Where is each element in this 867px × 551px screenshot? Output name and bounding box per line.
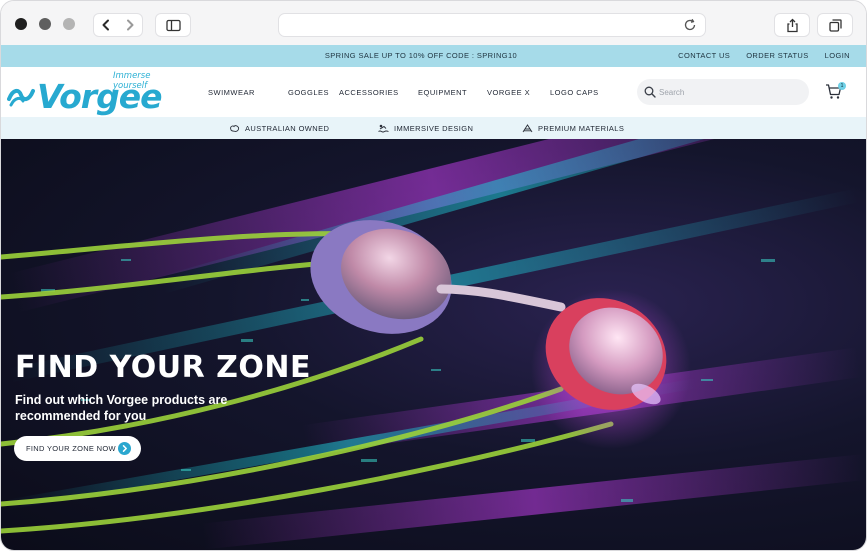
main-nav: SWIMWEAR GOGGLES ACCESSORIES EQUIPMENT V… bbox=[208, 88, 610, 97]
australia-map-icon bbox=[230, 125, 240, 132]
reload-icon[interactable] bbox=[683, 18, 697, 32]
features-strip: AUSTRALIAN OWNED IMMERSIVE DESIGN PREMIU… bbox=[1, 117, 866, 139]
minimize-window-button[interactable] bbox=[39, 18, 51, 30]
browser-window: SPRING SALE UP TO 10% OFF CODE : SPRING1… bbox=[0, 0, 867, 551]
forward-button[interactable] bbox=[118, 14, 142, 36]
fabric-icon bbox=[522, 124, 533, 133]
sidebar-icon bbox=[165, 19, 181, 31]
search-box bbox=[637, 79, 809, 105]
button-label: FIND YOUR ZONE NOW bbox=[26, 444, 116, 453]
hero-banner: FIND YOUR ZONE Find out which Vorgee pro… bbox=[1, 139, 866, 550]
address-bar[interactable] bbox=[278, 13, 706, 37]
utility-links: CONTACT US ORDER STATUS LOGIN bbox=[678, 51, 850, 60]
tabs-overview-button[interactable] bbox=[817, 13, 853, 37]
back-button[interactable] bbox=[94, 14, 118, 36]
swimmer-icon bbox=[378, 124, 389, 133]
feature-premium-materials: PREMIUM MATERIALS bbox=[522, 123, 624, 134]
nav-swimwear[interactable]: SWIMWEAR bbox=[208, 88, 288, 97]
vorgee-logo[interactable]: Immerse yourself Vorgee bbox=[7, 71, 162, 116]
login-link[interactable]: LOGIN bbox=[825, 51, 850, 60]
chevron-right-icon bbox=[127, 19, 134, 31]
cart-button[interactable]: 1 bbox=[825, 82, 847, 103]
nav-logo-caps[interactable]: LOGO CAPS bbox=[550, 88, 610, 97]
close-window-button[interactable] bbox=[15, 18, 27, 30]
feature-immersive-design: IMMERSIVE DESIGN bbox=[378, 123, 473, 134]
feature-label: PREMIUM MATERIALS bbox=[538, 124, 625, 133]
site-header: Immerse yourself Vorgee SWIMWEAR GOGGLES… bbox=[1, 67, 866, 117]
nav-accessories[interactable]: ACCESSORIES bbox=[339, 88, 418, 97]
hero-title: FIND YOUR ZONE bbox=[15, 350, 312, 385]
nav-equipment[interactable]: EQUIPMENT bbox=[418, 88, 487, 97]
history-nav bbox=[93, 13, 143, 37]
feature-label: AUSTRALIAN OWNED bbox=[245, 124, 330, 133]
order-status-link[interactable]: ORDER STATUS bbox=[746, 51, 808, 60]
hero-subtitle: Find out which Vorgee products are recom… bbox=[15, 393, 228, 423]
wave-logo-icon bbox=[7, 88, 35, 107]
promo-bar: SPRING SALE UP TO 10% OFF CODE : SPRING1… bbox=[1, 45, 866, 67]
cart-count-badge: 1 bbox=[838, 82, 846, 90]
browser-toolbar bbox=[1, 1, 866, 45]
feature-label: IMMERSIVE DESIGN bbox=[394, 124, 474, 133]
tabs-icon bbox=[828, 18, 842, 32]
find-your-zone-button[interactable]: FIND YOUR ZONE NOW bbox=[14, 436, 141, 461]
goggles-hero-image bbox=[1, 139, 866, 550]
search-icon[interactable] bbox=[644, 86, 656, 98]
arrow-right-circle-icon bbox=[118, 442, 131, 455]
share-icon bbox=[786, 18, 798, 32]
sidebar-toggle-button[interactable] bbox=[155, 13, 191, 37]
zoom-window-button[interactable] bbox=[63, 18, 75, 30]
nav-goggles[interactable]: GOGGLES bbox=[288, 88, 339, 97]
nav-vorgee-x[interactable]: VORGEE X bbox=[487, 88, 550, 97]
chevron-left-icon bbox=[102, 19, 109, 31]
share-button[interactable] bbox=[774, 13, 810, 37]
search-input[interactable] bbox=[659, 83, 799, 101]
contact-us-link[interactable]: CONTACT US bbox=[678, 51, 730, 60]
feature-australian-owned: AUSTRALIAN OWNED bbox=[229, 123, 329, 134]
logo-wordmark: Vorgee bbox=[37, 77, 162, 116]
